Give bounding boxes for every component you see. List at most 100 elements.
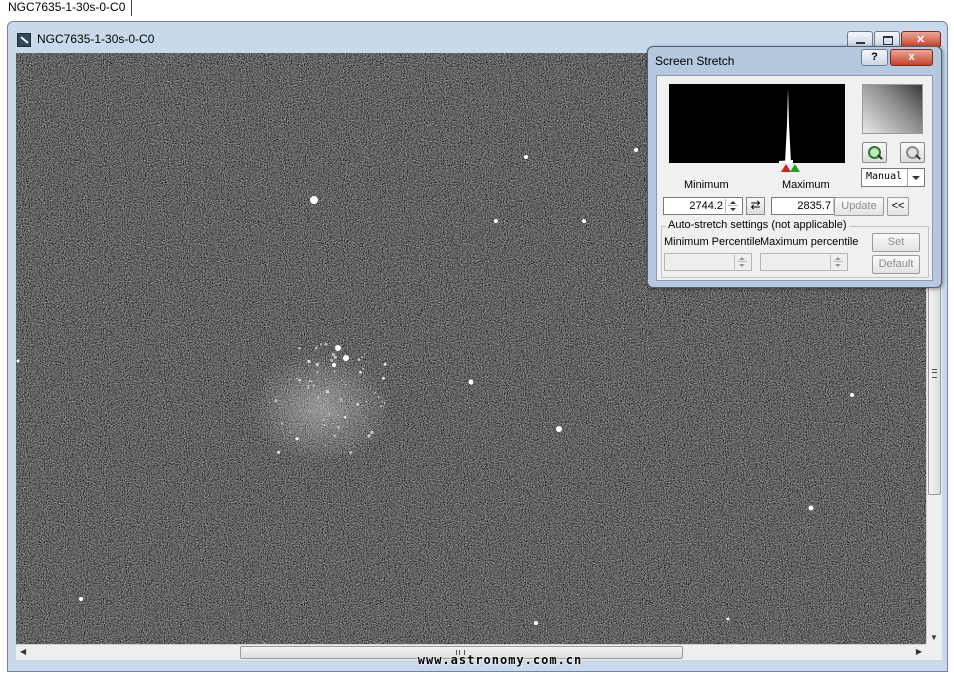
maximum-value: 2835.7 <box>797 200 831 212</box>
nebula-speck <box>345 383 347 386</box>
nebula-speck <box>298 347 301 350</box>
scroll-right-arrow-icon[interactable]: ▶ <box>916 647 922 656</box>
min-percentile-spinner-icon[interactable] <box>734 255 750 269</box>
nebula-speck <box>274 399 278 403</box>
resize-grip[interactable] <box>926 644 942 660</box>
minimum-input[interactable]: 2744.2 <box>663 197 743 215</box>
max-percentile-input[interactable] <box>760 253 848 271</box>
auto-stretch-title: Auto-stretch settings (not applicable) <box>666 219 849 231</box>
nebula-speck <box>315 362 320 367</box>
scroll-left-arrow-icon[interactable]: ◀ <box>20 647 26 656</box>
nebula-speck <box>316 371 319 374</box>
star <box>332 363 336 367</box>
zoom-in-icon[interactable] <box>862 142 887 163</box>
stretch-mode-select[interactable]: Manual <box>861 168 925 187</box>
update-button[interactable]: Update <box>834 197 884 216</box>
maximum-label: Maximum <box>782 179 830 191</box>
nebula-speck <box>280 422 283 425</box>
nebula-speck <box>383 363 387 366</box>
nebula-speck <box>377 396 381 399</box>
nebula-speck <box>365 400 368 403</box>
telescope-app-icon <box>17 33 31 47</box>
nebula-speck <box>307 384 310 387</box>
dialog-title: Screen Stretch <box>655 54 735 68</box>
nebula-speck <box>324 445 326 447</box>
nebula-speck <box>356 402 360 406</box>
star <box>808 505 814 511</box>
star <box>343 355 349 361</box>
minimum-label: Minimum <box>684 179 729 191</box>
nebula-speck <box>325 389 329 394</box>
star <box>335 345 341 351</box>
nebula-speck <box>327 413 331 416</box>
help-button[interactable]: ? <box>861 49 888 66</box>
dialog-body: Manual Minimum Maximum 2744.2 ⇄ 2835.7 U… <box>656 75 933 281</box>
min-percentile-label: Minimum Percentile <box>664 236 761 248</box>
nebula-speck <box>333 370 336 373</box>
watermark: www.astronomy.com.cn <box>417 653 583 667</box>
collapse-button[interactable]: << <box>887 197 909 216</box>
nebula-speck <box>337 426 341 429</box>
document-tab[interactable]: NGC7635-1-30s-0-C0 <box>0 0 133 16</box>
nebula-speck <box>313 384 315 387</box>
window-title: NGC7635-1-30s-0-C0 <box>37 32 155 46</box>
nebula-speck <box>381 401 383 403</box>
minimum-value: 2744.2 <box>689 200 723 212</box>
nebula-speck <box>295 377 298 380</box>
scroll-down-arrow-icon[interactable]: ▼ <box>930 633 938 642</box>
nebula-speck <box>367 434 371 438</box>
swap-icon[interactable]: ⇄ <box>746 197 765 215</box>
nebula-speck <box>310 381 313 383</box>
nebula-speck <box>289 431 292 434</box>
grip-icon <box>932 369 937 378</box>
chevron-down-icon[interactable] <box>907 169 924 186</box>
nebula-speck <box>374 391 376 394</box>
min-percentile-input[interactable] <box>664 253 752 271</box>
max-percentile-spinner-icon[interactable] <box>830 255 846 269</box>
nebula-speck <box>322 419 325 422</box>
nebula-speck <box>325 378 327 381</box>
max-percentile-label: Maximum percentile <box>760 236 859 248</box>
histogram-peak <box>781 88 795 163</box>
nebula-speck <box>370 430 374 435</box>
nebula-speck <box>333 355 337 359</box>
nebula-speck <box>339 398 342 402</box>
nebula-speck <box>357 358 361 361</box>
star <box>494 219 498 223</box>
nebula-speck <box>361 356 364 358</box>
star <box>634 148 638 152</box>
nebula-speck <box>333 434 337 438</box>
nebula-speck <box>323 424 326 427</box>
star <box>468 379 474 385</box>
stretch-preview-gradient <box>862 84 923 134</box>
star <box>850 393 854 397</box>
default-button[interactable]: Default <box>872 255 920 274</box>
nebula-speck <box>307 387 310 390</box>
star <box>534 621 538 625</box>
zoom-out-icon[interactable] <box>900 142 925 163</box>
nebula-speck <box>330 358 334 362</box>
vertical-scroll-thumb[interactable] <box>928 263 941 495</box>
set-button[interactable]: Set <box>872 233 920 252</box>
histogram-plot <box>779 88 795 163</box>
nebula-speck <box>324 342 328 346</box>
nebula-speck <box>383 402 386 404</box>
nebula-speck <box>349 450 353 455</box>
histogram-display[interactable] <box>669 84 845 163</box>
star <box>310 196 318 204</box>
minimum-spinner-arrows-icon[interactable] <box>725 199 741 213</box>
nebula-speck <box>298 378 302 382</box>
dialog-close-button[interactable]: x <box>890 49 933 66</box>
nebula-speck <box>344 416 347 418</box>
nebula-speck <box>295 437 299 441</box>
nebula-speck <box>331 352 335 357</box>
star <box>582 219 586 223</box>
star <box>16 359 20 363</box>
star <box>726 617 730 621</box>
nebula-speck <box>362 367 365 370</box>
nebula-speck <box>315 346 318 349</box>
star <box>79 597 83 601</box>
nebula-glow <box>251 353 391 463</box>
maximum-marker[interactable] <box>790 164 800 172</box>
stretch-mode-value: Manual <box>866 171 903 182</box>
